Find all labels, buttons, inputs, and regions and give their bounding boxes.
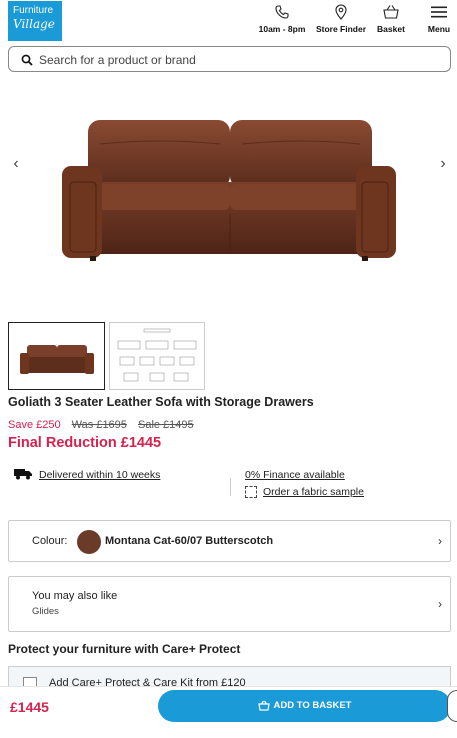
final-price: Final Reduction £1445 bbox=[8, 435, 162, 451]
add-to-basket-label: ADD TO BASKET bbox=[273, 700, 352, 711]
nav-store-finder[interactable]: Store Finder bbox=[313, 4, 369, 40]
nav-basket[interactable]: Basket bbox=[372, 4, 410, 40]
thumbnail-dimensions-diagram[interactable] bbox=[109, 322, 205, 390]
map-pin-icon bbox=[335, 4, 347, 20]
info-divider bbox=[230, 478, 231, 496]
you-may-also-like[interactable]: You may also like Glides › bbox=[8, 576, 451, 632]
furniture-village-logo[interactable]: Furniture Village bbox=[8, 1, 62, 41]
finance-link[interactable]: 0% Finance available bbox=[245, 469, 345, 481]
chevron-left-icon[interactable]: ‹ bbox=[6, 154, 26, 174]
nav-opening-hours[interactable]: 10am - 8pm bbox=[255, 4, 309, 40]
chevron-right-icon[interactable]: › bbox=[433, 154, 453, 174]
search-icon bbox=[21, 54, 33, 66]
also-like-title: You may also like bbox=[32, 590, 118, 602]
thumbnail-sofa-image bbox=[20, 345, 94, 374]
product-title: Goliath 3 Seater Leather Sofa with Stora… bbox=[8, 395, 314, 409]
chat-widget-tab[interactable] bbox=[447, 690, 457, 722]
hamburger-icon bbox=[431, 6, 447, 18]
basket-icon bbox=[257, 700, 270, 711]
price-breakdown: Save £250 Was £1695 Sale £1495 bbox=[8, 419, 194, 431]
phone-icon bbox=[275, 5, 289, 19]
nav-menu[interactable]: Menu bbox=[424, 4, 454, 40]
chevron-right-icon: › bbox=[438, 534, 442, 548]
site-header: Furniture Village 10am - 8pm Store Finde… bbox=[0, 0, 457, 42]
delivery-info-link[interactable]: Delivered within 10 weeks bbox=[39, 469, 160, 481]
add-to-basket-button[interactable]: ADD TO BASKET bbox=[158, 690, 451, 722]
fabric-sample-icon bbox=[245, 486, 257, 498]
search-bar[interactable] bbox=[8, 46, 451, 72]
colour-label: Colour: bbox=[32, 535, 68, 547]
product-image-gallery[interactable]: ‹ › bbox=[0, 80, 457, 310]
sale-price: Sale £1495 bbox=[137, 419, 194, 431]
colour-value: Montana Cat-60/07 Butterscotch bbox=[105, 535, 274, 547]
chevron-right-icon: › bbox=[438, 597, 442, 611]
delivery-truck-icon bbox=[14, 469, 32, 480]
thumbnail-diagram-image bbox=[117, 328, 197, 382]
colour-swatch bbox=[77, 530, 101, 554]
colour-selector[interactable]: Colour: Montana Cat-60/07 Butterscotch › bbox=[8, 520, 451, 562]
product-image-sofa bbox=[62, 120, 396, 261]
thumbnail-sofa[interactable] bbox=[8, 322, 105, 390]
was-price: Was £1695 bbox=[71, 419, 127, 431]
fabric-sample-link[interactable]: Order a fabric sample bbox=[263, 486, 364, 498]
footer-price: £1445 bbox=[10, 699, 49, 715]
search-input[interactable] bbox=[39, 51, 439, 68]
save-amount: Save £250 bbox=[8, 419, 61, 431]
care-protect-heading: Protect your furniture with Care+ Protec… bbox=[8, 642, 241, 656]
basket-icon bbox=[383, 5, 399, 19]
also-like-item: Glides bbox=[32, 606, 59, 617]
sticky-basket-bar: £1445 ADD TO BASKET bbox=[0, 686, 457, 728]
